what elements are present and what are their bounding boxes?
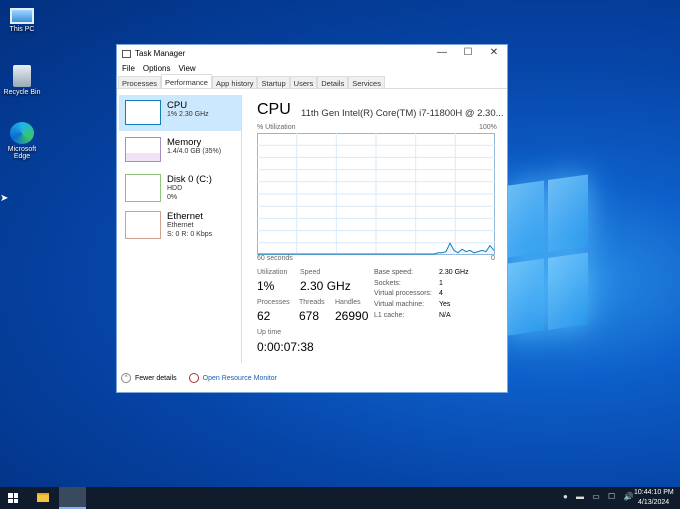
edge-icon [10, 122, 34, 144]
maximize-button[interactable]: ☐ [455, 47, 481, 58]
icon-label: This PC [9, 26, 35, 33]
computer-icon [10, 8, 34, 24]
graph-x-left: 60 seconds [257, 255, 293, 262]
window-title: Task Manager [135, 49, 186, 58]
detail-label: Sockets: [374, 279, 401, 287]
tab-details[interactable]: Details [317, 76, 349, 88]
graph-x-right: 0 [491, 255, 495, 262]
detail-label: Base speed: [374, 269, 413, 276]
minimize-button[interactable]: — [429, 47, 455, 58]
task-manager-icon [122, 49, 131, 58]
close-button[interactable]: ✕ [481, 47, 507, 58]
fewer-details-link[interactable]: Fewer details [135, 375, 177, 382]
uptime-label: Up time [257, 329, 282, 336]
task-manager-window: Task Manager — ☐ ✕ File Options View Pro… [116, 44, 508, 393]
desktop-icon-recycle-bin[interactable]: Recycle Bin [0, 65, 44, 96]
file-explorer-icon[interactable] [37, 493, 49, 502]
handles-label: Handles [335, 299, 361, 306]
title-bar[interactable]: Task Manager — ☐ ✕ [117, 45, 507, 62]
sidebar-item-label: CPU [167, 100, 188, 111]
desktop-icon-edge[interactable]: Microsoft Edge [0, 122, 44, 160]
open-resource-monitor-link[interactable]: Open Resource Monitor [203, 375, 277, 382]
icon-label: Recycle Bin [3, 89, 41, 96]
footer: ^ Fewer details Open Resource Monitor [121, 373, 277, 383]
threads-value: 678 [299, 309, 320, 323]
sidebar-item-sub: S: 0 R: 0 Kbps [167, 231, 213, 238]
sidebar-item-disk[interactable]: Disk 0 (C:) HDD 0% [119, 169, 241, 205]
detail-value: 4 [439, 290, 443, 298]
tab-services[interactable]: Services [348, 76, 385, 88]
tab-bar: Processes Performance App history Startu… [117, 74, 507, 89]
processes-value: 62 [257, 309, 271, 323]
uptime-value: 0:00:07:38 [257, 340, 314, 354]
cpu-utilization-graph [257, 133, 495, 255]
sidebar-item-label: Disk 0 (C:) [167, 174, 212, 185]
ethernet-thumbnail [125, 211, 161, 239]
tray-icons[interactable]: ● ▬ ▭ ☐ 🔊 [563, 492, 636, 501]
sidebar-item-sub: 0% [167, 194, 178, 201]
tab-performance[interactable]: Performance [161, 74, 212, 88]
tab-startup[interactable]: Startup [257, 76, 290, 88]
sidebar-item-sub: 1.4/4.0 GB (35%) [167, 148, 222, 155]
detail-label: L1 cache: [374, 311, 405, 319]
sidebar-item-sub: 1% 2.30 GHz [167, 111, 209, 118]
detail-value: 2.30 GHz [439, 269, 469, 276]
processes-label: Processes [257, 299, 290, 306]
detail-label: Virtual machine: [374, 301, 425, 309]
graph-y-label: % Utilization [257, 124, 296, 131]
sidebar-item-label: Ethernet [167, 211, 203, 222]
memory-thumbnail [125, 137, 161, 162]
cpu-model: 11th Gen Intel(R) Core(TM) i7-11800H @ 2… [301, 108, 504, 119]
detail-value: 1 [439, 279, 443, 287]
tab-processes[interactable]: Processes [118, 76, 162, 88]
task-manager-taskbar-button[interactable] [59, 487, 86, 509]
chevron-up-icon[interactable]: ^ [121, 373, 131, 383]
detail-value: Yes [439, 301, 451, 309]
detail-value: N/A [439, 311, 451, 319]
utilization-label: Utilization [257, 269, 288, 276]
icon-label: Microsoft Edge [7, 146, 37, 160]
sidebar-item-sub: Ethernet [167, 222, 194, 229]
speed-label: Speed [300, 269, 321, 276]
mouse-cursor: ➤ [0, 193, 9, 204]
disk-thumbnail [125, 174, 161, 202]
menu-file[interactable]: File [122, 64, 135, 73]
cpu-heading: CPU [257, 101, 291, 118]
sidebar-item-memory[interactable]: Memory 1.4/4.0 GB (35%) [119, 132, 241, 168]
graph-y-max: 100% [479, 124, 497, 131]
sidebar-item-cpu[interactable]: CPU 1% 2.30 GHz [119, 95, 241, 131]
desktop-icon-this-pc[interactable]: This PC [0, 8, 44, 33]
tab-users[interactable]: Users [289, 76, 318, 88]
cpu-thumbnail [125, 100, 161, 125]
sidebar-item-ethernet[interactable]: Ethernet Ethernet S: 0 R: 0 Kbps [119, 206, 241, 242]
menu-view[interactable]: View [178, 64, 195, 73]
resource-monitor-icon [188, 373, 199, 383]
sidebar-item-label: Memory [167, 137, 202, 148]
menu-bar: File Options View [117, 62, 507, 74]
speed-value: 2.30 GHz [300, 279, 351, 293]
menu-options[interactable]: Options [143, 64, 171, 73]
recycle-bin-icon [13, 65, 31, 87]
clock-date[interactable]: 4/13/2024 [638, 499, 669, 506]
sidebar-item-sub: HDD [167, 185, 183, 192]
clock-time[interactable]: 10:44:10 PM [634, 489, 674, 496]
threads-label: Threads [299, 299, 325, 306]
splitter[interactable] [241, 95, 242, 363]
handles-value: 26990 [335, 309, 369, 323]
detail-label: Virtual processors: [374, 290, 432, 298]
resource-list: CPU 1% 2.30 GHz Memory 1.4/4.0 GB (35%) … [119, 95, 241, 243]
windows-wallpaper-logo [508, 174, 588, 345]
utilization-value: 1% [257, 279, 275, 293]
start-button[interactable] [8, 493, 18, 503]
taskbar: ● ▬ ▭ ☐ 🔊 10:44:10 PM 4/13/2024 [0, 487, 680, 509]
tab-app-history[interactable]: App history [211, 76, 258, 88]
